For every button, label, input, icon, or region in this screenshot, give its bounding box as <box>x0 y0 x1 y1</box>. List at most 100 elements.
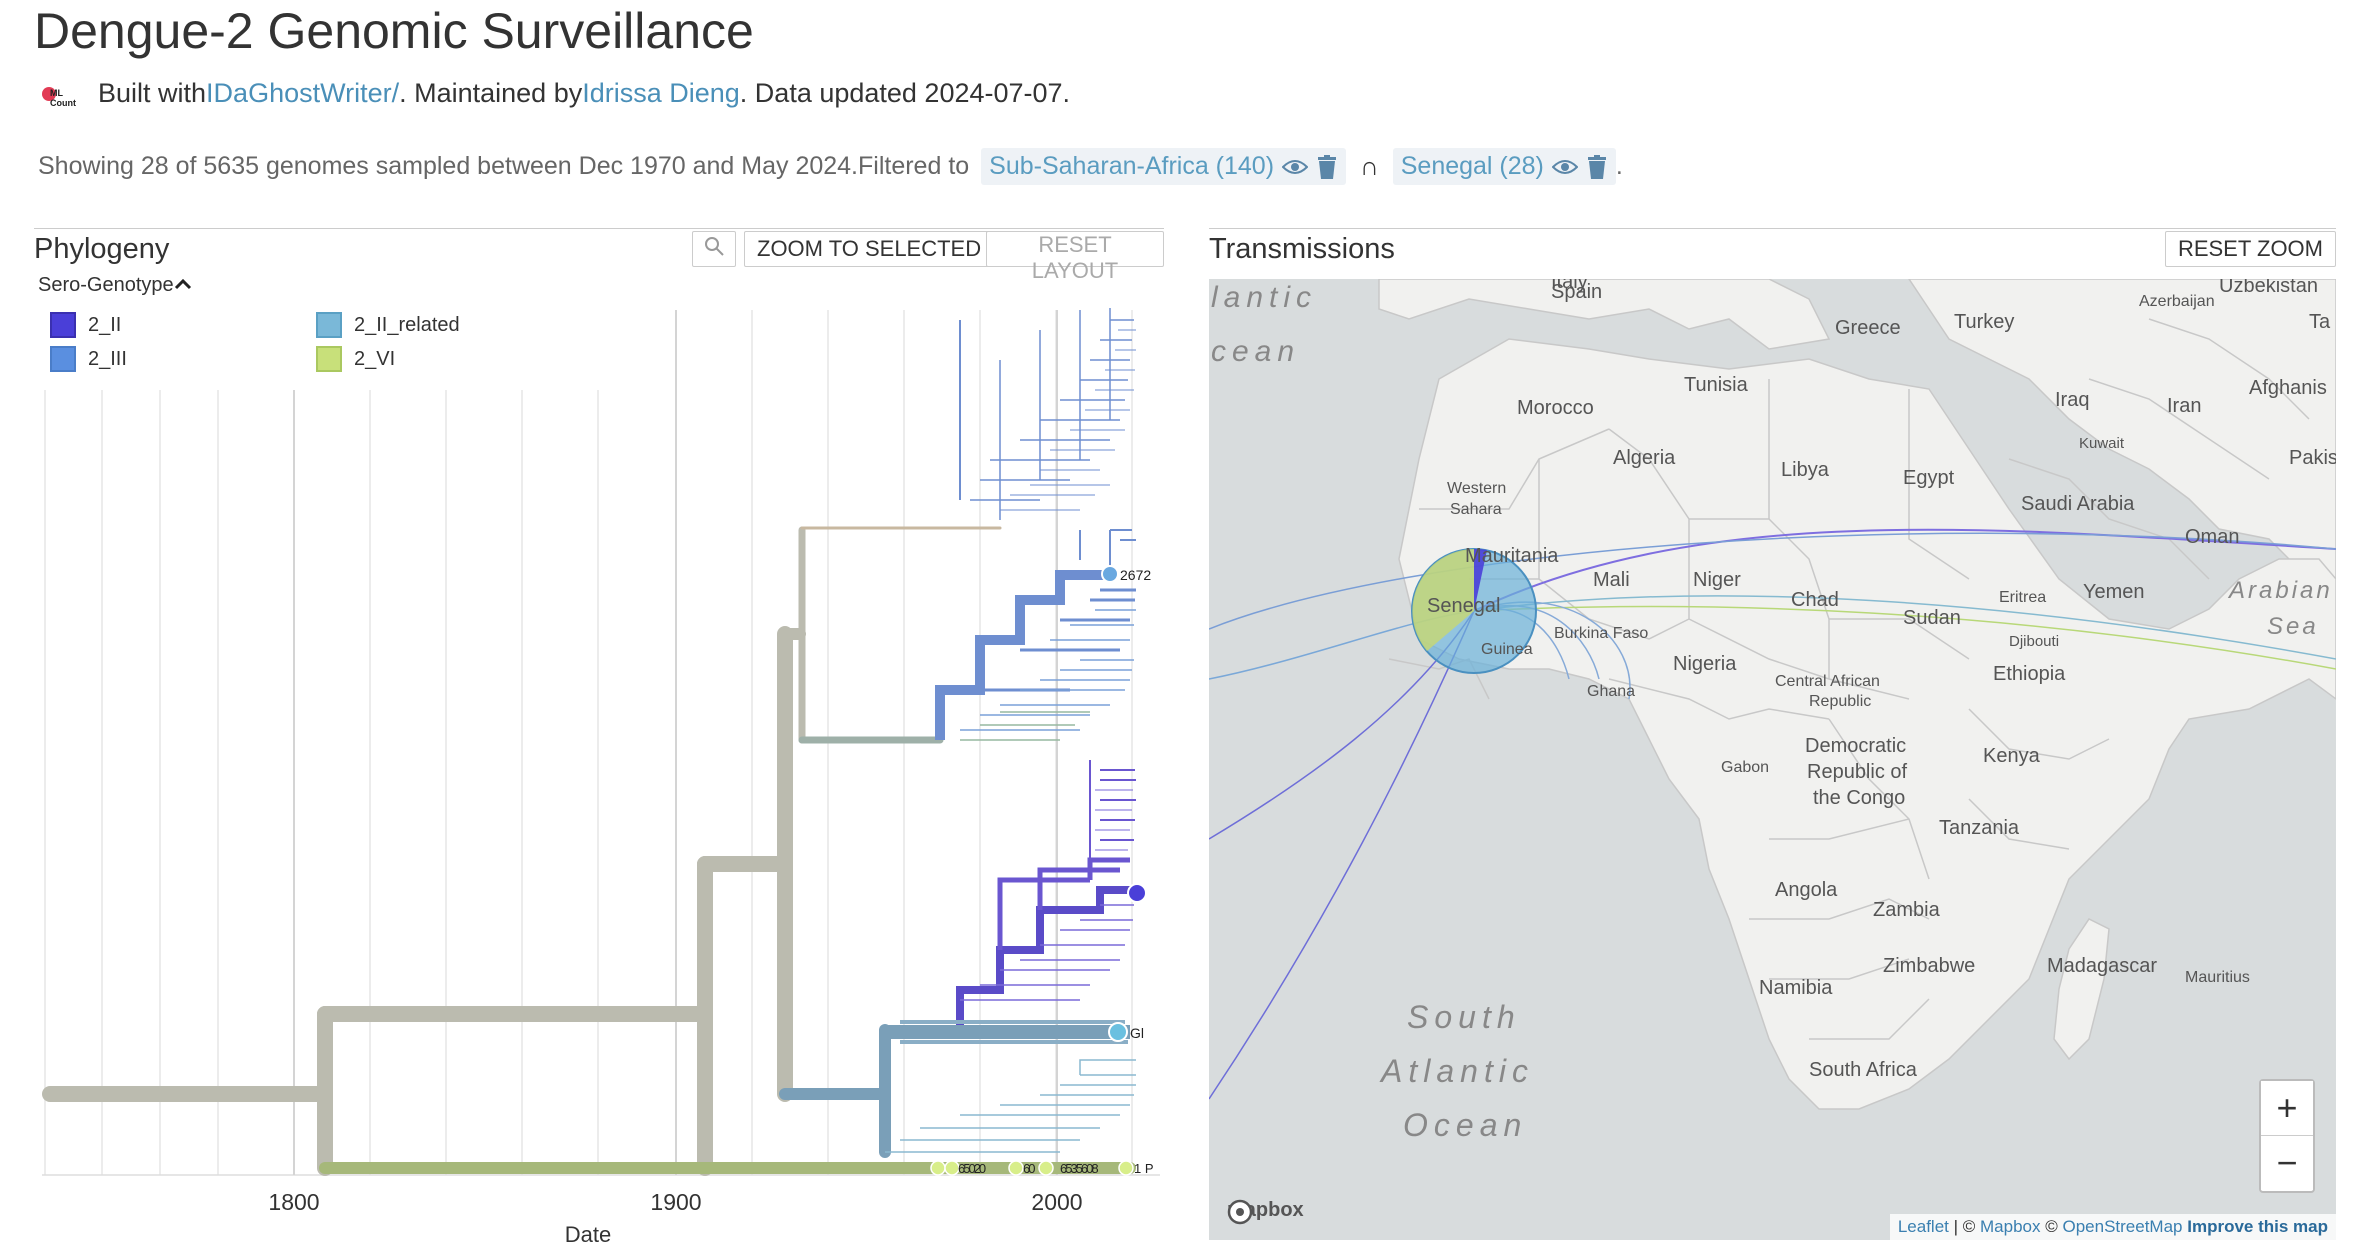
label-tanzania: Tanzania <box>1939 817 2020 839</box>
label-zimbabwe: Zimbabwe <box>1883 955 1976 977</box>
label-car-1: Central African <box>1775 673 1880 690</box>
map-zoom-control: + − <box>2259 1079 2315 1193</box>
label-south-africa: South Africa <box>1809 1059 1917 1081</box>
svg-text:2672: 2672 <box>1120 567 1151 583</box>
transmissions-header: Transmissions RESET ZOOM <box>1209 228 2336 273</box>
byline: ML Count Built with IDaGhostWriter/ . Ma… <box>42 78 1070 109</box>
filter-summary: Showing 28 of 5635 genomes sampled betwe… <box>38 148 1623 185</box>
legend: Sero-Genotype <box>38 274 192 297</box>
map-label-layer: Italy Spain Greece Turkey Azerbaijan Uzb… <box>1209 279 2336 1240</box>
zoom-button[interactable] <box>692 231 736 267</box>
label-western-sahara-1: Western <box>1447 480 1507 497</box>
svg-text:1 P: 1 P <box>1134 1161 1154 1176</box>
label-arabian-sea-1: Arabian <box>2229 577 2333 604</box>
updated-text: . Data updated 2024-07-07. <box>739 78 1071 108</box>
label-namibia: Namibia <box>1759 977 1833 999</box>
label-western-sahara-2: Sahara <box>1450 501 1502 518</box>
label-drc-1: Democratic <box>1805 735 1907 757</box>
phylogeny-title: Phylogeny <box>34 233 170 265</box>
label-iran: Iran <box>2167 395 2202 417</box>
reset-layout-button[interactable]: RESET LAYOUT <box>986 231 1164 283</box>
label-ghana: Ghana <box>1587 683 1636 700</box>
maintainer-link[interactable]: Idrissa Dieng <box>582 78 740 109</box>
label-sudan: Sudan <box>1903 607 1961 629</box>
label-mauritius: Mauritius <box>2185 969 2250 986</box>
mapbox-logo[interactable]: mapbox <box>1227 1199 1304 1225</box>
label-burkina-faso: Burkina Faso <box>1554 625 1649 642</box>
svg-text:Gl: Gl <box>1130 1025 1144 1041</box>
svg-text:6535608: 6535608 <box>1060 1161 1098 1176</box>
label-azerbaijan: Azerbaijan <box>2139 293 2215 310</box>
label-niger: Niger <box>1693 569 1741 591</box>
label-turkey: Turkey <box>1954 311 2015 333</box>
osm-link[interactable]: OpenStreetMap <box>2062 1217 2182 1236</box>
axis-tick-2000: 2000 <box>1031 1189 1082 1215</box>
axis-tick-1800: 1800 <box>268 1189 319 1215</box>
clade-2-III-middle[interactable] <box>935 529 1136 741</box>
label-south-atlantic-1: South <box>1407 999 1521 1035</box>
magnifier-icon <box>703 237 725 262</box>
svg-text:65020: 65020 <box>958 1161 986 1176</box>
label-south-atlantic-3: Ocean <box>1403 1107 1528 1143</box>
label-uzbekistan: Uzbekistan <box>2219 279 2318 297</box>
page-title: Dengue-2 Genomic Surveillance <box>34 3 754 59</box>
reset-zoom-button[interactable]: RESET ZOOM <box>2164 231 2336 267</box>
trash-icon[interactable] <box>1316 154 1338 179</box>
maintained-text: . Maintained by <box>399 78 583 108</box>
lab-logo: ML Count <box>42 85 84 108</box>
trash-icon[interactable] <box>1586 154 1608 179</box>
legend-title[interactable]: Sero-Genotype <box>38 274 192 297</box>
label-zambia: Zambia <box>1873 899 1940 921</box>
mapbox-link[interactable]: Mapbox <box>1980 1217 2040 1236</box>
improve-map-link[interactable]: Improve this map <box>2187 1217 2328 1236</box>
summary-end: . <box>1615 152 1623 180</box>
clade-2-II-related[interactable] <box>885 1020 1136 1153</box>
label-south-atlantic-2: Atlantic <box>1381 1053 1534 1089</box>
filter-chip-region[interactable]: Sub-Saharan-Africa (140) <box>981 148 1347 185</box>
label-tunisia: Tunisia <box>1684 374 1748 396</box>
label-drc-2: Republic of <box>1807 761 1908 783</box>
map-attribution: Leaflet | © Mapbox © OpenStreetMap Impro… <box>1889 1214 2336 1240</box>
axis-tick-1900: 1900 <box>650 1189 701 1215</box>
label-guinea: Guinea <box>1481 641 1533 658</box>
label-car-2: Republic <box>1809 693 1872 710</box>
label-afghanistan: Afghanis <box>2249 377 2327 399</box>
intersect-symbol: ∩ <box>1360 151 1379 181</box>
eye-icon[interactable] <box>1551 158 1578 176</box>
filter-chip-label: Senegal (28) <box>1400 152 1544 180</box>
attrib-sep: © <box>2040 1217 2063 1236</box>
label-libya: Libya <box>1781 459 1829 481</box>
clade-2-II[interactable] <box>885 760 1136 1034</box>
label-kenya: Kenya <box>1983 745 2040 767</box>
label-algeria: Algeria <box>1613 447 1676 469</box>
label-yemen: Yemen <box>2083 581 2145 603</box>
ghostwriter-link[interactable]: IDaGhostWriter/ <box>206 78 399 109</box>
label-atlantic-1: lantic <box>1211 281 1318 314</box>
label-madagascar: Madagascar <box>2047 955 2158 977</box>
label-chad: Chad <box>1791 589 1839 611</box>
label-saudi-arabia: Saudi Arabia <box>2021 493 2135 515</box>
label-spain: Spain <box>1551 281 1603 303</box>
eye-icon[interactable] <box>1282 158 1309 176</box>
filter-chip-country[interactable]: Senegal (28) <box>1392 148 1616 185</box>
chevron-up-icon[interactable] <box>174 274 192 297</box>
label-ethiopia: Ethiopia <box>1993 663 2066 685</box>
clade-2-III-upper[interactable] <box>959 308 1136 520</box>
transmission-map[interactable]: Italy Spain Greece Turkey Azerbaijan Uzb… <box>1209 279 2336 1240</box>
label-senegal: Senegal <box>1427 595 1501 617</box>
label-pakistan: Pakis <box>2289 447 2336 469</box>
summary-text: Showing 28 of 5635 genomes sampled betwe… <box>38 152 970 180</box>
zoom-out-button[interactable]: − <box>2261 1136 2313 1190</box>
filter-chip-label: Sub-Saharan-Africa (140) <box>989 152 1275 180</box>
zoom-in-button[interactable]: + <box>2261 1081 2313 1135</box>
zoom-to-selected-button[interactable]: ZOOM TO SELECTED <box>744 231 995 267</box>
label-nigeria: Nigeria <box>1673 653 1737 675</box>
svg-text:60: 60 <box>1023 1161 1035 1176</box>
label-kuwait: Kuwait <box>2079 435 2125 452</box>
label-morocco: Morocco <box>1517 397 1594 419</box>
attrib-sep: | © <box>1948 1217 1981 1236</box>
phylogeny-tree[interactable]: 2672 Gl 65020 60 6535608 1 P 1800 1900 2… <box>0 300 1170 1246</box>
label-atlantic-2: cean <box>1211 335 1301 368</box>
tree-grid <box>44 310 1133 1175</box>
leaflet-link[interactable]: Leaflet <box>1898 1217 1949 1236</box>
